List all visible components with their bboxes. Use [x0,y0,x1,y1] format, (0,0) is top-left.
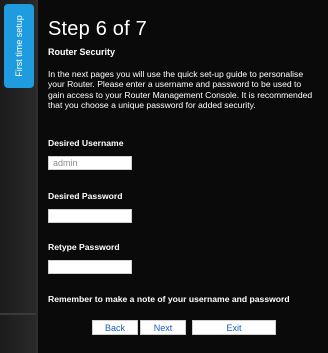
retype-password-label: Retype Password [48,242,120,252]
password-label: Desired Password [48,191,123,201]
section-heading: Router Security [48,47,116,57]
username-input[interactable] [48,156,132,170]
retype-password-group: Retype Password [48,242,132,274]
left-rail: First time setup [0,0,36,353]
next-button[interactable]: Next [140,320,186,335]
first-time-setup-tab[interactable]: First time setup [4,4,34,88]
retype-password-input[interactable] [48,260,132,274]
intro-text: In the next pages you will use the quick… [48,69,313,111]
first-time-setup-tab-label: First time setup [14,15,25,77]
wizard-panel: Step 6 of 7 Router Security In the next … [48,8,316,111]
reminder-text: Remember to make a note of your username… [48,294,290,304]
password-input[interactable] [48,209,132,223]
rail-divider [0,313,36,315]
frame-border [36,0,38,353]
back-button[interactable]: Back [92,320,138,335]
step-title: Step 6 of 7 [48,18,147,40]
password-group: Desired Password [48,191,132,223]
username-label: Desired Username [48,138,124,148]
exit-button[interactable]: Exit [192,320,276,335]
username-group: Desired Username [48,138,132,170]
